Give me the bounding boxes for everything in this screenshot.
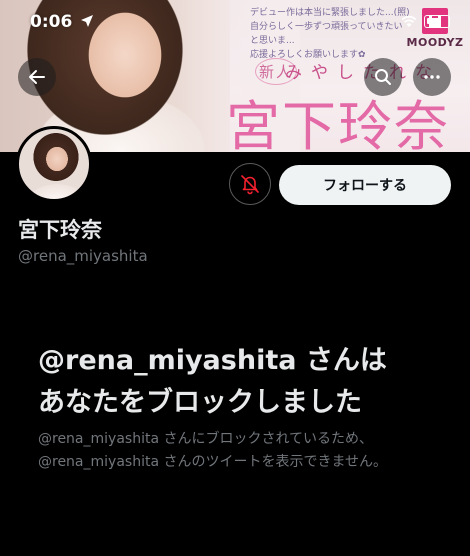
banner-name: 宮下玲奈 bbox=[226, 95, 450, 152]
more-button[interactable] bbox=[413, 58, 451, 96]
follow-button[interactable]: フォローする bbox=[279, 165, 451, 205]
status-indicators bbox=[400, 14, 450, 28]
blocked-title-line: あなたをブロックしました bbox=[38, 387, 362, 418]
search-button[interactable] bbox=[364, 58, 402, 96]
wifi-icon bbox=[401, 15, 417, 27]
bell-muted-icon bbox=[241, 175, 259, 195]
blocked-title-line: @rena_miyashita さんは bbox=[38, 345, 387, 376]
back-button[interactable] bbox=[18, 58, 56, 96]
search-icon bbox=[375, 69, 391, 85]
status-time: 0:06 bbox=[30, 12, 73, 32]
blocked-title: @rena_miyashita さんは あなたをブロックしました bbox=[38, 340, 448, 424]
battery-icon bbox=[424, 14, 450, 28]
blocked-description: @rena_miyashita さんにブロックされているため、 @rena_mi… bbox=[38, 428, 448, 474]
more-horizontal-icon bbox=[424, 75, 440, 79]
unmute-button[interactable] bbox=[229, 163, 271, 205]
status-bar: 0:06 bbox=[0, 0, 470, 44]
avatar[interactable] bbox=[16, 126, 92, 202]
blocked-description-line: @rena_miyashita さんにブロックされているため、 bbox=[38, 431, 374, 447]
user-handle: @rena_miyashita bbox=[18, 247, 148, 265]
location-arrow-icon bbox=[81, 15, 93, 27]
blocked-description-line: @rena_miyashita さんのツイートを表示できません。 bbox=[38, 454, 388, 470]
display-name: 宮下玲奈 bbox=[18, 218, 102, 242]
back-arrow-icon bbox=[29, 70, 45, 84]
